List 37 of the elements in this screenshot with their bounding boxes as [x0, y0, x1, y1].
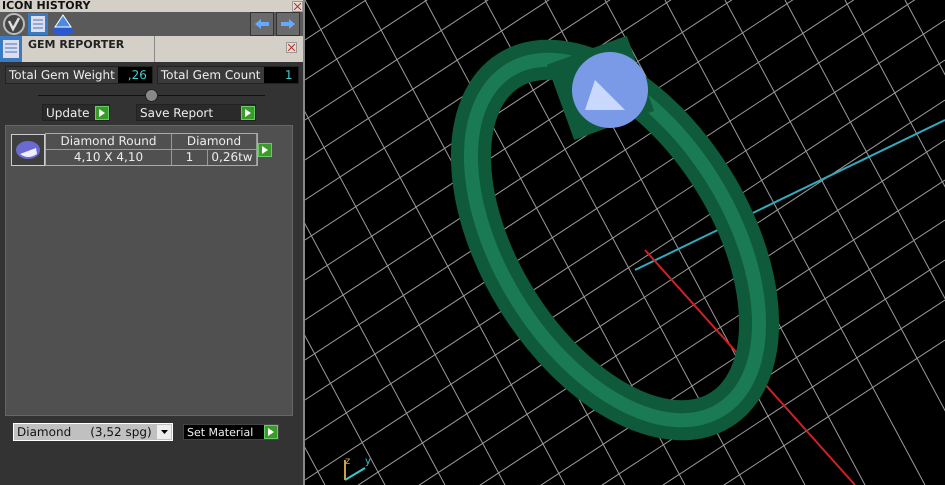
- action-button[interactable]: Save Report: [136, 104, 256, 121]
- play-icon: [268, 428, 274, 436]
- table-cell: Diamond Round: [46, 134, 172, 150]
- report-icon: [0, 36, 22, 62]
- table-cell: 4,10 X 4,10: [46, 150, 172, 165]
- caret-icon: [160, 430, 168, 434]
- action-button[interactable]: Update: [42, 104, 110, 121]
- axis-label: y: [365, 456, 371, 467]
- gem-icon: [11, 134, 45, 166]
- close-icon[interactable]: [286, 42, 297, 53]
- panel-title: ICON HISTORY: [1, 0, 90, 12]
- right-arrow-icon: [281, 19, 295, 29]
- scale-icon[interactable]: [51, 13, 75, 35]
- stat-value: 1: [264, 67, 298, 83]
- material-dropdown[interactable]: Diamond (3,52 spg): [13, 423, 173, 441]
- table-cell: Diamond: [172, 134, 257, 150]
- checkmark-icon[interactable]: [3, 13, 25, 35]
- stat-value: ,26: [118, 67, 152, 83]
- play-icon: [99, 108, 106, 116]
- play-icon: [262, 146, 268, 154]
- stat-label: Total Gem Count: [160, 67, 262, 83]
- collapse-handle[interactable]: [145, 88, 158, 102]
- play-button[interactable]: [95, 106, 109, 120]
- play-icon: [245, 108, 251, 116]
- left-arrow-icon: [255, 19, 269, 29]
- axis-gizmo: [344, 460, 366, 481]
- set-material-button[interactable]: Set Material: [183, 424, 279, 440]
- report-icon[interactable]: [28, 13, 48, 35]
- back-button[interactable]: [250, 12, 274, 36]
- play-button[interactable]: [258, 142, 272, 156]
- table-cell: 0,26tw: [208, 150, 257, 165]
- table-cell: 1: [172, 150, 208, 165]
- play-button[interactable]: [241, 106, 255, 120]
- panel-title: GEM REPORTER: [22, 36, 155, 62]
- close-icon[interactable]: [292, 1, 303, 12]
- forward-button[interactable]: [276, 12, 300, 36]
- stat-label: Total Gem Weight: [8, 67, 116, 83]
